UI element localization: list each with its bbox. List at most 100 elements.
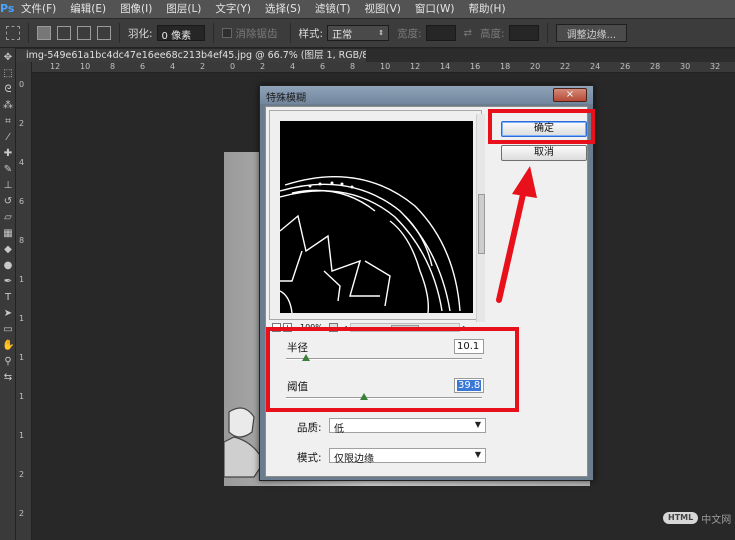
refine-edge-button[interactable]: 调整边缘...	[555, 24, 628, 42]
eyedropper-tool-icon[interactable]: ⁄	[2, 132, 14, 144]
dodge-tool-icon[interactable]: ●	[2, 260, 14, 272]
ruler-tick-label: 22	[560, 62, 571, 71]
subtract-selection-icon[interactable]	[77, 26, 91, 40]
chevron-down-icon: ▼	[474, 450, 481, 459]
quality-value: 低	[334, 424, 344, 435]
healing-brush-icon[interactable]: ✚	[2, 148, 14, 160]
marquee-tool-icon[interactable]	[6, 26, 20, 40]
mode-select[interactable]: 仅限边缘 ▼	[329, 448, 486, 465]
marquee-tool-icon[interactable]: ⬚	[2, 68, 14, 80]
ruler-tick-label: 6	[19, 197, 25, 206]
width-input[interactable]	[425, 25, 456, 41]
antialias-checkbox[interactable]	[221, 28, 232, 38]
preview-frame	[269, 110, 485, 322]
close-button[interactable]: ×	[553, 88, 587, 102]
style-value: 正常	[332, 29, 353, 41]
divider	[546, 23, 548, 43]
antialias-label: 消除锯齿	[235, 27, 278, 40]
divider	[212, 23, 214, 43]
ruler-tick-label: 18	[500, 62, 511, 71]
ruler-tick-label: 0	[230, 62, 236, 71]
stamp-tool-icon[interactable]: ⊥	[2, 180, 14, 192]
highlight-parameters	[266, 327, 519, 412]
path-select-icon[interactable]: ➤	[2, 308, 14, 320]
menu-select[interactable]: 选择(S)	[258, 0, 308, 18]
menu-window[interactable]: 窗口(W)	[408, 0, 462, 18]
type-tool-icon[interactable]: T	[2, 292, 14, 304]
watermark-text: 中文网	[701, 514, 732, 526]
move-tool-icon[interactable]: ✥	[2, 52, 14, 64]
quick-select-tool-icon[interactable]: ⁂	[2, 100, 14, 112]
ruler-tick-label: 4	[170, 62, 176, 71]
ruler-tick-label: 4	[290, 62, 296, 71]
ruler-tick-label: 2	[19, 509, 25, 518]
blur-tool-icon[interactable]: ◆	[2, 244, 14, 256]
pen-tool-icon[interactable]: ✒	[2, 276, 14, 288]
watermark: HTML 中文网	[663, 511, 732, 526]
ruler-tick-label: 6	[140, 62, 146, 71]
preview-image[interactable]	[280, 121, 473, 313]
menu-type[interactable]: 文字(Y)	[208, 0, 258, 18]
document-tab[interactable]: img-549e61a1bc4dc47e16ee68c213b4ef45.jpg…	[16, 49, 366, 62]
ruler-tick-label: 20	[530, 62, 541, 71]
ruler-tick-label: 6	[320, 62, 326, 71]
divider	[28, 23, 29, 43]
lasso-tool-icon[interactable]: ᘓ	[2, 84, 14, 96]
menu-filter[interactable]: 滤镜(T)	[308, 0, 358, 18]
photoshop-logo-icon: Ps	[0, 2, 15, 15]
chevron-updown-icon: ⇕	[378, 29, 385, 37]
tools-panel: ✥ ⬚ ᘓ ⁂ ⌗ ⁄ ✚ ✎ ⊥ ↺ ▱ ▦ ◆ ● ✒ T ➤ ▭ ✋ ⚲ …	[0, 48, 16, 540]
ruler-tick-label: 8	[19, 236, 25, 245]
horizontal-ruler: 12 10 8 6 4 2 0 2 4 6 8 10 12 14 16 18 20 22 24 26 28 30 32	[32, 62, 735, 73]
watermark-badge: HTML	[663, 512, 699, 524]
menu-view[interactable]: 视图(V)	[357, 0, 407, 18]
height-input[interactable]	[508, 25, 539, 41]
mode-value: 仅限边缘	[334, 454, 374, 465]
zoom-tool-icon[interactable]: ⚲	[2, 356, 14, 368]
ruler-tick-label: 1	[19, 353, 25, 362]
menu-edit[interactable]: 编辑(E)	[63, 0, 113, 18]
shape-tool-icon[interactable]: ▭	[2, 324, 14, 336]
ruler-tick-label: 0	[19, 80, 25, 89]
swap-icon[interactable]: ⇄	[464, 28, 472, 39]
menu-layer[interactable]: 图层(L)	[159, 0, 208, 18]
hand-tool-icon[interactable]: ✋	[2, 340, 14, 352]
ruler-tick-label: 1	[19, 314, 25, 323]
new-selection-icon[interactable]	[37, 26, 51, 40]
divider	[119, 23, 120, 43]
document-tab-bar: img-549e61a1bc4dc47e16ee68c213b4ef45.jpg…	[16, 49, 735, 62]
menu-file[interactable]: 文件(F)	[14, 0, 63, 18]
scrollbar-thumb[interactable]	[478, 194, 485, 254]
cancel-button[interactable]: 取消	[501, 145, 587, 161]
menu-help[interactable]: 帮助(H)	[461, 0, 512, 18]
smart-blur-dialog: 特殊模糊 × − + 100% ◂ ▸ 确定 取消 半径 10.1 阈值 39.…	[259, 85, 594, 481]
ruler-tick-label: 28	[650, 62, 661, 71]
style-select[interactable]: 正常 ⇕	[327, 25, 390, 41]
intersect-selection-icon[interactable]	[97, 26, 111, 40]
ruler-tick-label: 32	[710, 62, 721, 71]
swap-colors-icon[interactable]: ⇆	[2, 372, 14, 384]
history-brush-icon[interactable]: ↺	[2, 196, 14, 208]
vertical-ruler: 0 2 4 6 8 1 1 1 1 1 2 2	[16, 62, 32, 540]
ruler-tick-label: 30	[680, 62, 691, 71]
eraser-tool-icon[interactable]: ▱	[2, 212, 14, 224]
ruler-tick-label: 8	[350, 62, 356, 71]
add-selection-icon[interactable]	[57, 26, 71, 40]
gradient-tool-icon[interactable]: ▦	[2, 228, 14, 240]
options-bar: 羽化: 0 像素 消除锯齿 样式: 正常 ⇕ 宽度: ⇄ 高度: 调整边缘...	[0, 18, 735, 48]
ruler-tick-label: 16	[470, 62, 481, 71]
brush-tool-icon[interactable]: ✎	[2, 164, 14, 176]
height-label: 高度:	[480, 27, 505, 40]
crop-tool-icon[interactable]: ⌗	[2, 116, 14, 128]
feather-input[interactable]: 0 像素	[156, 25, 205, 42]
ruler-tick-label: 8	[110, 62, 116, 71]
quality-select[interactable]: 低 ▼	[329, 418, 486, 435]
preview-vertical-scrollbar[interactable]	[476, 114, 485, 322]
highlight-ok-button	[488, 109, 595, 144]
menu-image[interactable]: 图像(I)	[113, 0, 159, 18]
dialog-titlebar[interactable]: 特殊模糊 ×	[260, 86, 593, 104]
ruler-tick-label: 10	[380, 62, 391, 71]
ruler-tick-label: 2	[260, 62, 266, 71]
ruler-tick-label: 24	[590, 62, 601, 71]
ruler-tick-label: 12	[410, 62, 421, 71]
